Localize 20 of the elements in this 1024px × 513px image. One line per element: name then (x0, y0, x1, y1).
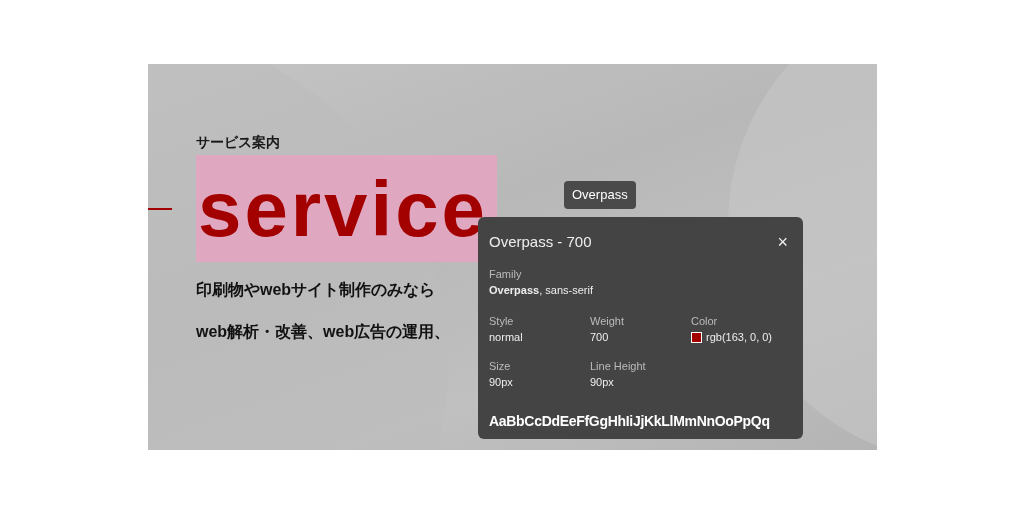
accent-line (148, 207, 172, 210)
property-value: Overpass, sans-serif (489, 283, 593, 298)
close-button[interactable]: × (773, 233, 792, 252)
property-label: Style (489, 313, 514, 329)
property-label: Family (489, 266, 522, 282)
property-label: Color (691, 313, 718, 329)
property-value: 90px (489, 375, 513, 390)
body-text: 印刷物やwebサイト制作のみなら (196, 280, 436, 301)
property-label: Size (489, 358, 511, 374)
property-value: rgb(163, 0, 0) (706, 330, 773, 345)
property-value: 90px (590, 375, 614, 390)
section-label: サービス案内 (196, 133, 280, 152)
property-value: normal (489, 330, 523, 345)
property-label: Line Height (590, 358, 646, 374)
body-text: web解析・改善、web広告の運用、 (196, 322, 451, 342)
panel-title: Overpass - 700 (489, 232, 592, 252)
property-label: Weight (590, 313, 625, 329)
font-sample: AaBbCcDdEeFfGgHhIiJjKkLlMmNnOoPpQq (489, 411, 770, 431)
property-value: 700 (590, 330, 609, 345)
font-tooltip: Overpass (564, 181, 636, 209)
